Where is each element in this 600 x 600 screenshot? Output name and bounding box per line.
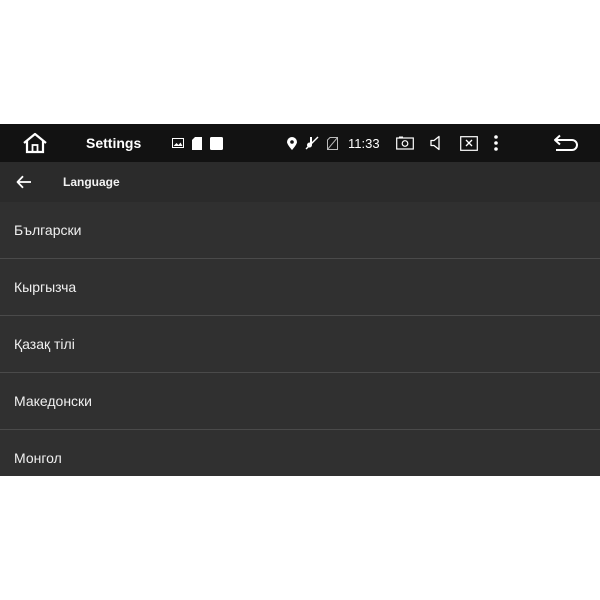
system-back-button[interactable] [547, 128, 585, 158]
screenshot-icon[interactable] [396, 136, 414, 150]
close-window-icon[interactable] [460, 135, 478, 151]
clock: 11:33 [348, 135, 380, 151]
toolbar-back-button[interactable] [10, 168, 38, 196]
list-item[interactable]: Кыргызча [0, 259, 600, 316]
system-icons [396, 124, 498, 162]
arrow-back-icon [16, 175, 31, 189]
sd-card-icon [192, 136, 202, 150]
home-button[interactable] [18, 128, 52, 158]
list-item[interactable]: Български [0, 202, 600, 259]
page-title: Language [63, 175, 120, 189]
sound-off-icon [305, 136, 319, 150]
home-icon [23, 132, 47, 154]
settings-screen: Settings 11:33 Language Български Кыргыз… [0, 124, 600, 476]
list-item[interactable]: Македонски [0, 373, 600, 430]
volume-icon[interactable] [430, 135, 444, 151]
app-title: Settings [86, 135, 142, 151]
location-icon [287, 136, 297, 150]
list-item[interactable]: Монгол [0, 430, 600, 476]
toolbar: Language [0, 162, 600, 202]
no-sim-icon [327, 136, 338, 150]
image-icon [172, 138, 184, 148]
square-icon [210, 136, 223, 150]
language-list: Български Кыргызча Қазақ тілі Македонски… [0, 202, 600, 476]
list-item[interactable]: Қазақ тілі [0, 316, 600, 373]
notification-icons [172, 124, 223, 162]
back-icon [554, 134, 578, 151]
more-vert-icon[interactable] [494, 135, 498, 151]
status-icons [287, 124, 338, 162]
status-bar: Settings 11:33 [0, 124, 600, 162]
